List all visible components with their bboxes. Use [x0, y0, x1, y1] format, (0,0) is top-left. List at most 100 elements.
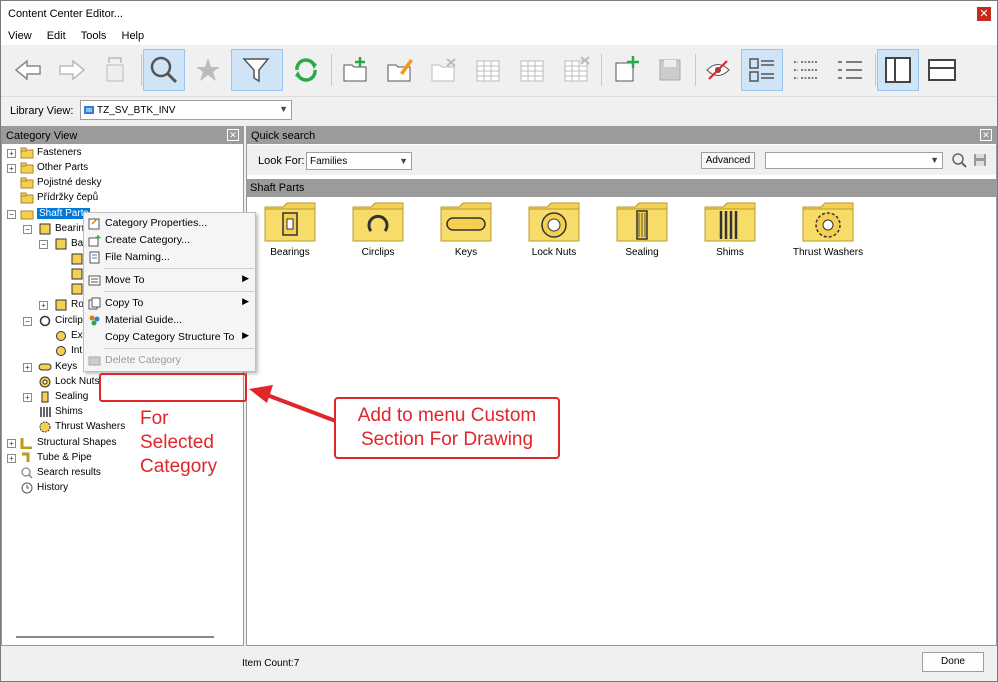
save-icon[interactable] [649, 49, 691, 91]
close-icon[interactable]: ✕ [227, 129, 239, 141]
category-view-header: Category View ✕ [2, 127, 243, 144]
menu-tools[interactable]: Tools [81, 27, 107, 45]
details-view-icon[interactable] [829, 49, 871, 91]
section-title: Shaft Parts [250, 182, 305, 194]
menu-item-move-to[interactable]: Move To ▶ [84, 272, 255, 289]
library-view-select[interactable]: TZ_SV_BTK_INV ▼ [80, 100, 292, 120]
collapse-icon[interactable]: − [23, 225, 32, 234]
tree-item-sealing[interactable]: Sealing [38, 389, 88, 404]
expand-icon[interactable]: + [23, 363, 32, 372]
tree-item-roller-bearings[interactable]: Rol [54, 297, 86, 312]
tree-item-tube-pipe[interactable]: Tube & Pipe [20, 450, 92, 465]
annotation-arrow [249, 385, 342, 425]
collapse-icon[interactable]: − [23, 317, 32, 326]
table-edit-icon[interactable] [511, 49, 553, 91]
chevron-down-icon[interactable]: ▼ [279, 104, 288, 114]
forward-arrow-icon[interactable] [51, 49, 93, 91]
menu-help[interactable]: Help [122, 27, 145, 45]
tree-item-pojistne-desky[interactable]: Pojistné desky [20, 175, 101, 190]
new-family-icon[interactable] [335, 49, 377, 91]
tree-item-circlips[interactable]: Circlips [38, 313, 88, 328]
tree-item-keys[interactable]: Keys [38, 359, 77, 374]
family-bearings[interactable]: Bearings [250, 201, 330, 258]
tree-item-thrust-washers[interactable]: Thrust Washers [38, 419, 125, 434]
chevron-down-icon[interactable]: ▼ [930, 155, 939, 165]
favorite-star-icon[interactable] [187, 49, 229, 91]
menu-edit[interactable]: Edit [47, 27, 66, 45]
family-circlips[interactable]: Circlips [338, 201, 418, 258]
structural-shape-icon [20, 437, 34, 449]
tree-item-search-results[interactable]: Search results [20, 465, 101, 480]
annotation-note: For Selected Category [140, 408, 218, 477]
family-keys[interactable]: Keys [426, 201, 506, 258]
expand-icon[interactable]: + [23, 393, 32, 402]
split-view-icon[interactable] [921, 49, 963, 91]
tree-item-pridrzky-cepu[interactable]: Přídržky čepů [20, 190, 98, 205]
collapse-icon[interactable]: − [7, 210, 16, 219]
expand-icon[interactable]: + [39, 301, 48, 310]
done-button[interactable]: Done [922, 652, 984, 672]
delete-family-icon[interactable] [423, 49, 465, 91]
list-view-icon[interactable] [785, 49, 827, 91]
custom-menu-slot-highlight [99, 373, 247, 402]
expand-icon[interactable]: + [7, 149, 16, 158]
expand-icon[interactable]: + [7, 454, 16, 463]
tree-item-internal[interactable]: Int [54, 343, 82, 358]
menu-view[interactable]: View [8, 27, 32, 45]
tree-item-bearings[interactable]: Bearing [38, 221, 89, 236]
horizontal-scrollbar[interactable] [16, 636, 214, 638]
menu-item-file-naming[interactable]: File Naming... [84, 249, 255, 266]
menu-item-copy-category-structure[interactable]: Copy Category Structure To ▶ [84, 329, 255, 346]
expand-icon[interactable]: + [7, 164, 16, 173]
menu-item-create-category[interactable]: Create Category... [84, 232, 255, 249]
filter-icon[interactable] [231, 49, 283, 91]
file-naming-icon [89, 251, 100, 264]
chevron-down-icon[interactable]: ▼ [399, 156, 408, 166]
sealing-folder-icon [616, 202, 668, 242]
tree-item-fasteners[interactable]: Fasteners [20, 145, 81, 160]
publish-icon[interactable] [697, 49, 739, 91]
menu-item-copy-to[interactable]: Copy To ▶ [84, 295, 255, 312]
tree-item-shims[interactable]: Shims [38, 404, 83, 419]
tree-item-shaft-parts[interactable]: Shaft Parts [20, 206, 91, 221]
shims-folder-icon [704, 202, 756, 242]
family-thrust-washers[interactable]: Thrust Washers [778, 201, 878, 258]
search-icon[interactable] [143, 49, 185, 91]
tree-view-icon[interactable] [877, 49, 919, 91]
expand-icon[interactable]: + [7, 439, 16, 448]
title-bar: Content Center Editor... ✕ [1, 1, 997, 27]
close-icon[interactable]: ✕ [977, 7, 991, 21]
table-delete-icon[interactable] [555, 49, 597, 91]
new-item-icon[interactable] [605, 49, 647, 91]
search-icon[interactable] [951, 152, 967, 168]
menu-item-material-guide[interactable]: Material Guide... [84, 312, 255, 329]
family-shims[interactable]: Shims [690, 201, 770, 258]
tree-item-structural-shapes[interactable]: Structural Shapes [20, 435, 117, 450]
tree-item-ball-bearings[interactable]: Bal [54, 236, 85, 251]
search-input[interactable]: ▼ [765, 152, 943, 169]
bearing-icon [70, 253, 84, 265]
table-icon[interactable] [467, 49, 509, 91]
folder-icon [20, 162, 34, 174]
category-view-title: Category View [6, 130, 78, 142]
save-search-icon[interactable] [973, 153, 987, 167]
tree-item-history[interactable]: History [20, 480, 68, 495]
look-for-select[interactable]: Families ▼ [306, 152, 412, 170]
family-lock-nuts[interactable]: Lock Nuts [514, 201, 594, 258]
back-arrow-icon[interactable] [7, 49, 49, 91]
tree-item-external[interactable]: Ext [54, 328, 85, 343]
bearing-icon [54, 238, 68, 250]
submenu-arrow-icon: ▶ [242, 273, 249, 283]
menu-item-category-properties[interactable]: Category Properties... [84, 215, 255, 232]
tree-item-other-parts[interactable]: Other Parts [20, 160, 88, 175]
collapse-icon[interactable]: − [39, 240, 48, 249]
advanced-button[interactable]: Advanced [701, 152, 755, 169]
edit-family-icon[interactable] [379, 49, 421, 91]
large-icons-view-icon[interactable] [741, 49, 783, 91]
close-icon[interactable]: ✕ [980, 129, 992, 141]
refresh-icon[interactable] [285, 49, 327, 91]
replace-icon[interactable] [95, 49, 137, 91]
tree-item-lock-nuts[interactable]: Lock Nuts [38, 374, 99, 389]
family-sealing[interactable]: Sealing [602, 201, 682, 258]
family-label: Sealing [625, 247, 659, 258]
